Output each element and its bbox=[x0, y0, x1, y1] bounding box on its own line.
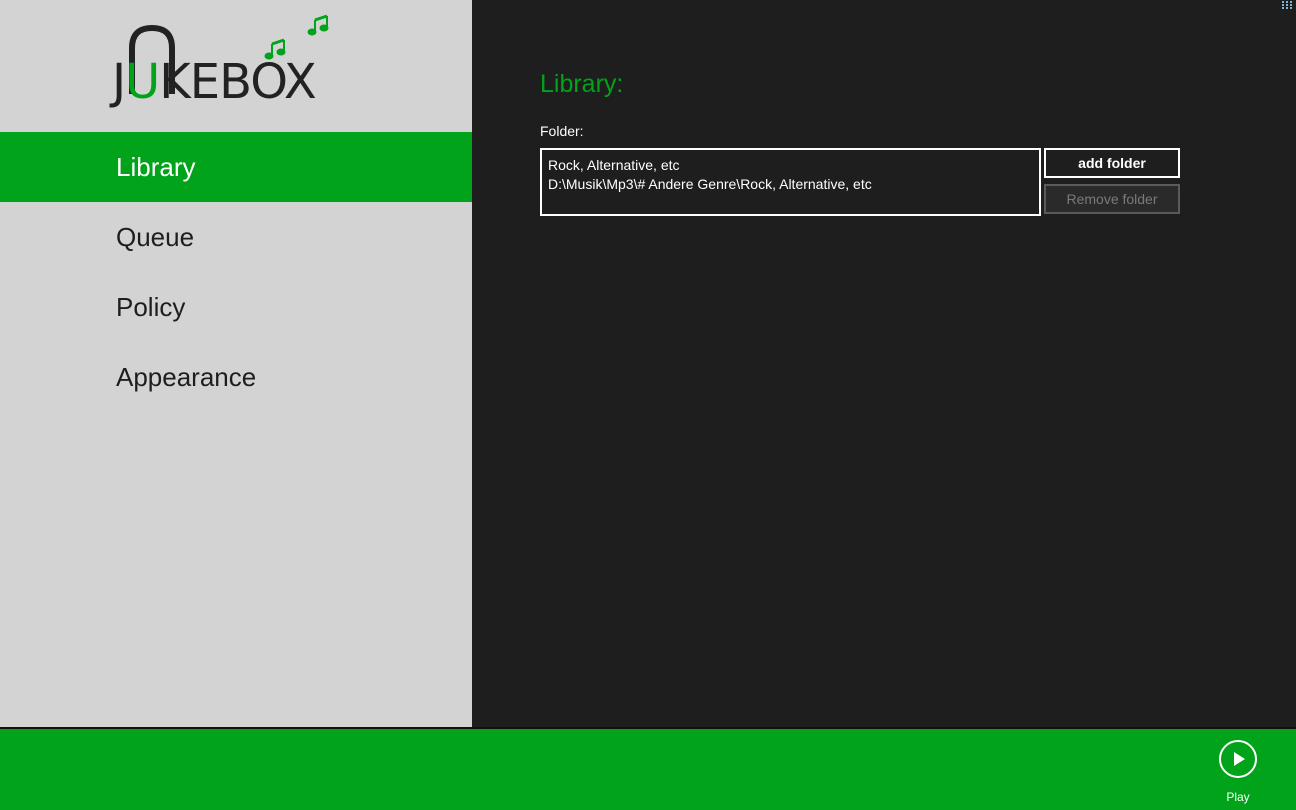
folder-item-path[interactable]: D:\Musik\Mp3\# Andere Genre\Rock, Altern… bbox=[542, 175, 1039, 194]
app-logo: JUKEBOX bbox=[110, 10, 350, 106]
app-bar bbox=[0, 727, 1296, 810]
sidebar-item-appearance[interactable]: Appearance bbox=[0, 342, 472, 412]
folder-label: Folder: bbox=[540, 123, 584, 139]
play-label: Play bbox=[1226, 790, 1250, 804]
remove-folder-button[interactable]: Remove folder bbox=[1044, 184, 1180, 214]
logo-letters-rest: KEBOX bbox=[159, 54, 316, 110]
sidebar: JUKEBOX Library Queue Policy Appearance bbox=[0, 0, 472, 727]
add-folder-button[interactable]: add folder bbox=[1044, 148, 1180, 178]
logo-wordmark: JUKEBOX bbox=[112, 58, 317, 106]
music-note-icon bbox=[307, 14, 329, 36]
play-icon bbox=[1219, 740, 1257, 778]
sidebar-item-library[interactable]: Library bbox=[0, 132, 472, 202]
sidebar-item-queue[interactable]: Queue bbox=[0, 202, 472, 272]
folder-list[interactable]: Rock, Alternative, etc D:\Musik\Mp3\# An… bbox=[540, 148, 1041, 216]
page-title: Library: bbox=[540, 70, 624, 98]
sidebar-item-policy[interactable]: Policy bbox=[0, 272, 472, 342]
sidebar-nav: Library Queue Policy Appearance bbox=[0, 132, 472, 412]
folder-item-name[interactable]: Rock, Alternative, etc bbox=[542, 156, 1039, 175]
dots-grid-icon[interactable] bbox=[1282, 1, 1294, 9]
play-button[interactable]: Play bbox=[1212, 740, 1264, 804]
main-content: Library: Folder: Rock, Alternative, etc … bbox=[472, 0, 1296, 727]
logo-letter-u: U bbox=[125, 54, 160, 110]
logo-letter-j: J bbox=[112, 54, 126, 110]
